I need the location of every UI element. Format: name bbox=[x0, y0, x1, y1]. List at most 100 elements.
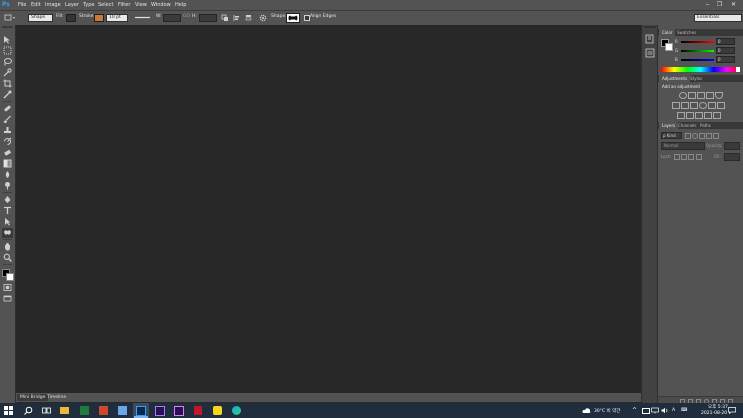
exposure-icon[interactable] bbox=[706, 92, 714, 99]
notifications-icon[interactable] bbox=[728, 407, 736, 414]
posterize-icon[interactable] bbox=[686, 112, 694, 119]
tab-paths[interactable]: Paths bbox=[697, 122, 714, 129]
excel-icon[interactable] bbox=[80, 406, 89, 415]
clone-stamp-tool-icon[interactable] bbox=[3, 126, 12, 135]
brush-tool-icon[interactable] bbox=[3, 115, 12, 124]
fill-field[interactable] bbox=[724, 153, 740, 161]
quick-select-tool-icon[interactable] bbox=[3, 68, 12, 77]
blend-mode-select[interactable]: Normal bbox=[661, 142, 705, 150]
lock-all-icon[interactable] bbox=[696, 154, 702, 160]
path-alignment-icon[interactable] bbox=[233, 14, 241, 22]
properties-panel-icon[interactable] bbox=[645, 48, 655, 58]
tab-styles[interactable]: Styles bbox=[687, 75, 705, 82]
tool-mode-select[interactable]: Shape bbox=[28, 14, 53, 22]
spectrum-white-patch[interactable] bbox=[736, 67, 740, 72]
black-white-icon[interactable] bbox=[690, 102, 698, 109]
history-panel-icon[interactable] bbox=[645, 34, 655, 44]
lock-position-icon[interactable] bbox=[688, 154, 694, 160]
threshold-icon[interactable] bbox=[695, 112, 703, 119]
width-field[interactable] bbox=[163, 14, 181, 22]
ime-mode-icon[interactable]: ⌨ bbox=[681, 408, 688, 413]
close-button[interactable]: ✕ bbox=[729, 1, 738, 8]
document-canvas-area[interactable] bbox=[16, 25, 641, 393]
tab-swatches[interactable]: Swatches bbox=[674, 29, 699, 36]
filter-type-icon[interactable] bbox=[699, 133, 705, 139]
edge-browser-icon[interactable] bbox=[232, 406, 241, 415]
filter-shape-icon[interactable] bbox=[706, 133, 712, 139]
eraser-tool-icon[interactable] bbox=[3, 148, 12, 157]
kakaotalk-icon[interactable] bbox=[213, 406, 222, 415]
hue-saturation-icon[interactable] bbox=[672, 102, 680, 109]
blur-tool-icon[interactable] bbox=[3, 170, 12, 179]
custom-shape-tool-icon[interactable] bbox=[3, 228, 12, 237]
minimize-button[interactable]: ‒ bbox=[703, 1, 712, 8]
screen-mode-icon[interactable] bbox=[3, 294, 12, 303]
weather-text[interactable]: 30°C 비 약간 bbox=[594, 408, 620, 414]
toolbar-grip[interactable] bbox=[2, 26, 13, 28]
chevron-up-icon[interactable]: ^ bbox=[632, 407, 637, 414]
pen-tool-icon[interactable] bbox=[3, 195, 12, 204]
path-selection-tool-icon[interactable] bbox=[3, 217, 12, 226]
channel-g-field[interactable]: 0 bbox=[716, 47, 735, 54]
lock-transparent-icon[interactable] bbox=[674, 154, 680, 160]
type-tool-icon[interactable] bbox=[3, 206, 12, 215]
filter-adjustment-icon[interactable] bbox=[692, 133, 698, 139]
menu-help[interactable]: Help bbox=[175, 2, 186, 8]
quick-mask-icon[interactable] bbox=[3, 283, 12, 292]
filter-pixel-icon[interactable] bbox=[685, 133, 691, 139]
tab-channels[interactable]: Channels bbox=[675, 122, 700, 129]
workspace-select[interactable]: Essentials bbox=[694, 14, 742, 22]
premiere-icon[interactable] bbox=[174, 406, 184, 416]
vibrance-icon[interactable] bbox=[715, 92, 723, 99]
filter-smart-object-icon[interactable] bbox=[713, 133, 719, 139]
stroke-width-field[interactable]: 10 pt bbox=[106, 14, 128, 22]
zoom-tool-icon[interactable] bbox=[3, 253, 12, 262]
task-view-icon[interactable] bbox=[42, 406, 51, 415]
app-icon[interactable] bbox=[118, 406, 127, 415]
network-icon[interactable] bbox=[651, 407, 659, 414]
channel-r-slider[interactable] bbox=[681, 41, 714, 43]
height-field[interactable] bbox=[199, 14, 217, 22]
hand-tool-icon[interactable] bbox=[3, 242, 12, 251]
lock-pixels-icon[interactable] bbox=[681, 154, 687, 160]
marquee-tool-icon[interactable] bbox=[3, 46, 12, 55]
tab-timeline[interactable]: Timeline bbox=[44, 394, 69, 401]
layer-filter-select[interactable]: ρ Kind bbox=[661, 132, 682, 139]
channel-mixer-icon[interactable] bbox=[708, 102, 716, 109]
menu-edit[interactable]: Edit bbox=[31, 2, 41, 8]
layers-list[interactable] bbox=[658, 163, 743, 395]
history-brush-tool-icon[interactable] bbox=[3, 137, 12, 146]
invert-icon[interactable] bbox=[677, 112, 685, 119]
menu-window[interactable]: Window bbox=[151, 2, 171, 8]
stroke-type-select[interactable] bbox=[134, 14, 152, 21]
ime-indicator[interactable]: A bbox=[672, 408, 675, 413]
gear-icon[interactable] bbox=[259, 14, 267, 22]
dock-grip[interactable] bbox=[644, 26, 656, 28]
menu-type[interactable]: Type bbox=[83, 2, 94, 8]
dodge-tool-icon[interactable] bbox=[3, 181, 12, 190]
color-lookup-icon[interactable] bbox=[717, 102, 725, 109]
gradient-map-icon[interactable] bbox=[704, 112, 712, 119]
shape-picker[interactable] bbox=[286, 13, 300, 23]
lasso-tool-icon[interactable] bbox=[3, 57, 12, 66]
menu-view[interactable]: View bbox=[135, 2, 147, 8]
selective-color-icon[interactable] bbox=[713, 112, 721, 119]
clock-time[interactable]: 오후 5:37 bbox=[708, 404, 728, 410]
file-explorer-icon[interactable] bbox=[60, 407, 69, 414]
path-operations-icon[interactable] bbox=[221, 14, 229, 22]
crop-tool-icon[interactable] bbox=[3, 79, 12, 88]
opacity-field[interactable] bbox=[724, 142, 740, 150]
levels-icon[interactable] bbox=[688, 92, 696, 99]
powerpoint-icon[interactable] bbox=[99, 406, 108, 415]
fill-swatch[interactable] bbox=[66, 14, 76, 22]
path-arrangement-icon[interactable] bbox=[245, 14, 253, 22]
eyedropper-tool-icon[interactable] bbox=[3, 90, 12, 99]
link-dimensions-label[interactable]: GO bbox=[183, 14, 190, 20]
background-color-swatch[interactable] bbox=[6, 273, 14, 281]
after-effects-icon[interactable] bbox=[155, 406, 165, 416]
channel-b-slider[interactable] bbox=[681, 59, 714, 61]
clock-date[interactable]: 2021-08-20 bbox=[701, 411, 727, 416]
brightness-contrast-icon[interactable] bbox=[679, 92, 687, 99]
battery-icon[interactable] bbox=[642, 408, 650, 414]
color-spectrum-bar[interactable] bbox=[661, 67, 740, 72]
